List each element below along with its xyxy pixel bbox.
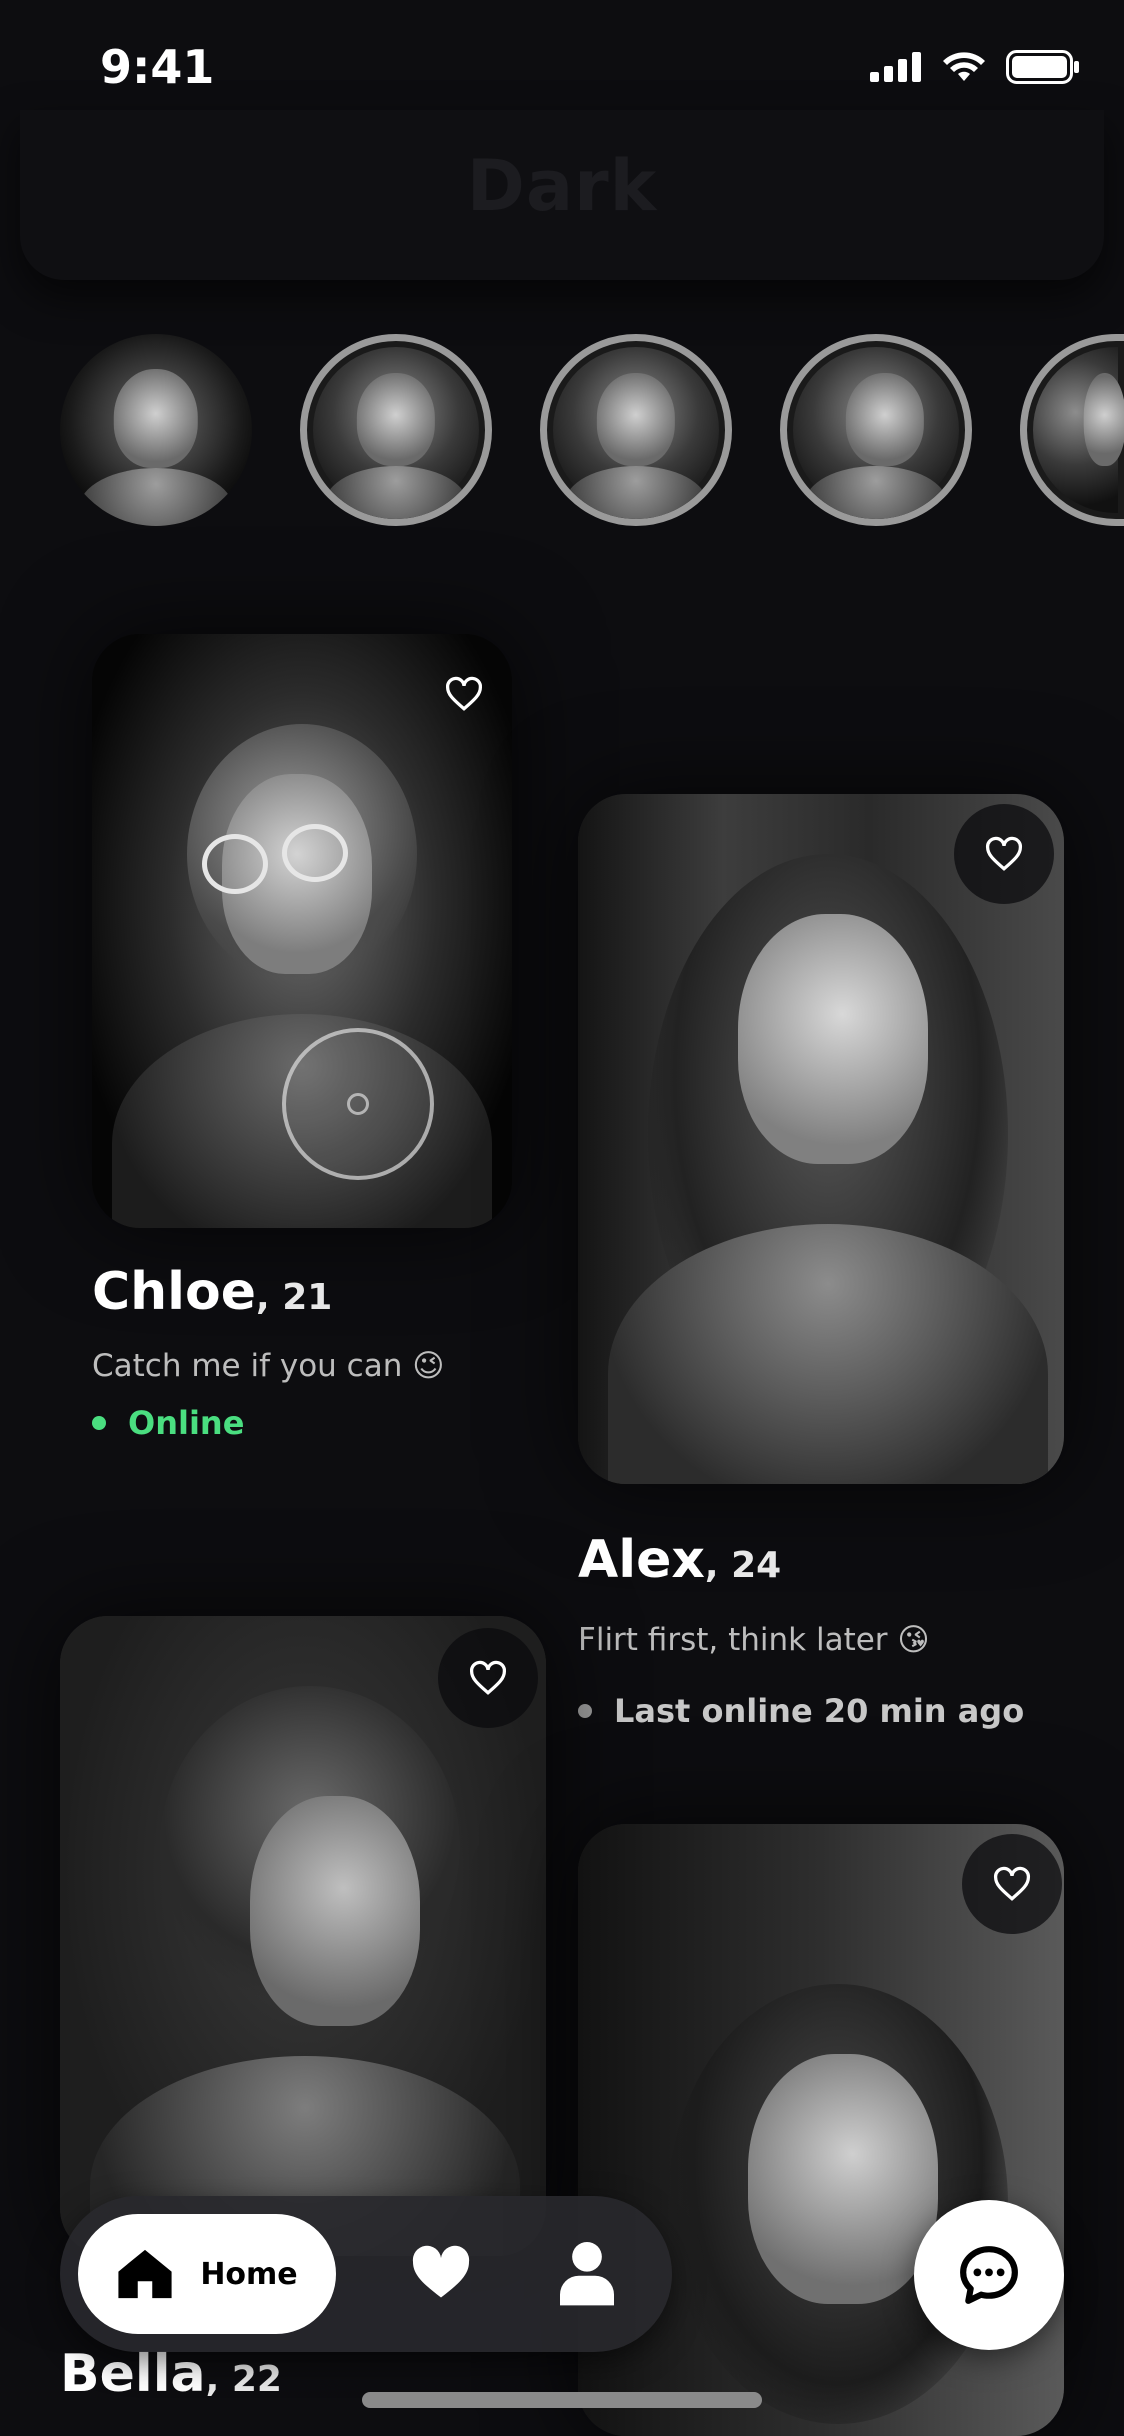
heart-outline-icon — [985, 836, 1023, 871]
avatar — [596, 373, 676, 466]
avatar — [113, 368, 199, 469]
status-badge: Online — [92, 1404, 244, 1442]
like-button[interactable] — [962, 1834, 1062, 1934]
profile-card-bella[interactable] — [60, 1616, 546, 2256]
story-avatar[interactable] — [1020, 334, 1124, 526]
bottom-nav: Home — [60, 2196, 672, 2352]
chat-icon — [960, 2246, 1018, 2304]
page-title: Dark — [466, 145, 658, 227]
person-icon — [560, 2241, 614, 2306]
home-icon — [118, 2249, 172, 2299]
status-time: 9:41 — [100, 40, 215, 94]
chat-button[interactable] — [914, 2200, 1064, 2350]
profile-card-chloe[interactable] — [92, 634, 512, 1228]
battery-icon — [1006, 50, 1079, 84]
nav-favorites-button[interactable] — [410, 2244, 472, 2304]
heart-icon — [412, 2245, 470, 2298]
home-indicator[interactable] — [362, 2392, 762, 2408]
story-avatar[interactable] — [540, 334, 732, 526]
story-avatar[interactable] — [780, 334, 972, 526]
heart-outline-icon — [993, 1866, 1031, 1901]
wifi-icon — [943, 52, 985, 81]
offline-dot — [578, 1704, 592, 1718]
avatar — [1083, 373, 1124, 466]
nav-home-button[interactable]: Home — [78, 2214, 336, 2334]
story-avatar[interactable] — [300, 334, 492, 526]
online-dot — [92, 1416, 106, 1430]
profile-bio: Flirt first, think later 😘 — [578, 1622, 930, 1658]
profile-name: Bella, 22 — [60, 2344, 282, 2404]
heart-outline-icon — [469, 1660, 507, 1695]
like-button[interactable] — [414, 644, 512, 744]
avatar — [356, 373, 436, 466]
nav-profile-button[interactable] — [560, 2240, 614, 2310]
nav-home-label: Home — [200, 2256, 298, 2292]
profile-card-alex[interactable] — [578, 794, 1064, 1484]
like-button[interactable] — [438, 1628, 538, 1728]
story-avatar[interactable] — [60, 334, 252, 526]
heart-outline-icon — [445, 676, 483, 711]
system-icons — [870, 50, 1080, 84]
signal-icon — [870, 52, 921, 82]
like-button[interactable] — [954, 804, 1054, 904]
profile-name: Alex, 24 — [578, 1530, 782, 1590]
status-badge: Last online 20 min ago — [578, 1692, 1024, 1730]
stories-row[interactable] — [0, 330, 1124, 530]
profile-name: Chloe, 21 — [92, 1262, 333, 1322]
profile-bio: Catch me if you can 😉 — [92, 1348, 445, 1384]
avatar — [845, 373, 925, 466]
